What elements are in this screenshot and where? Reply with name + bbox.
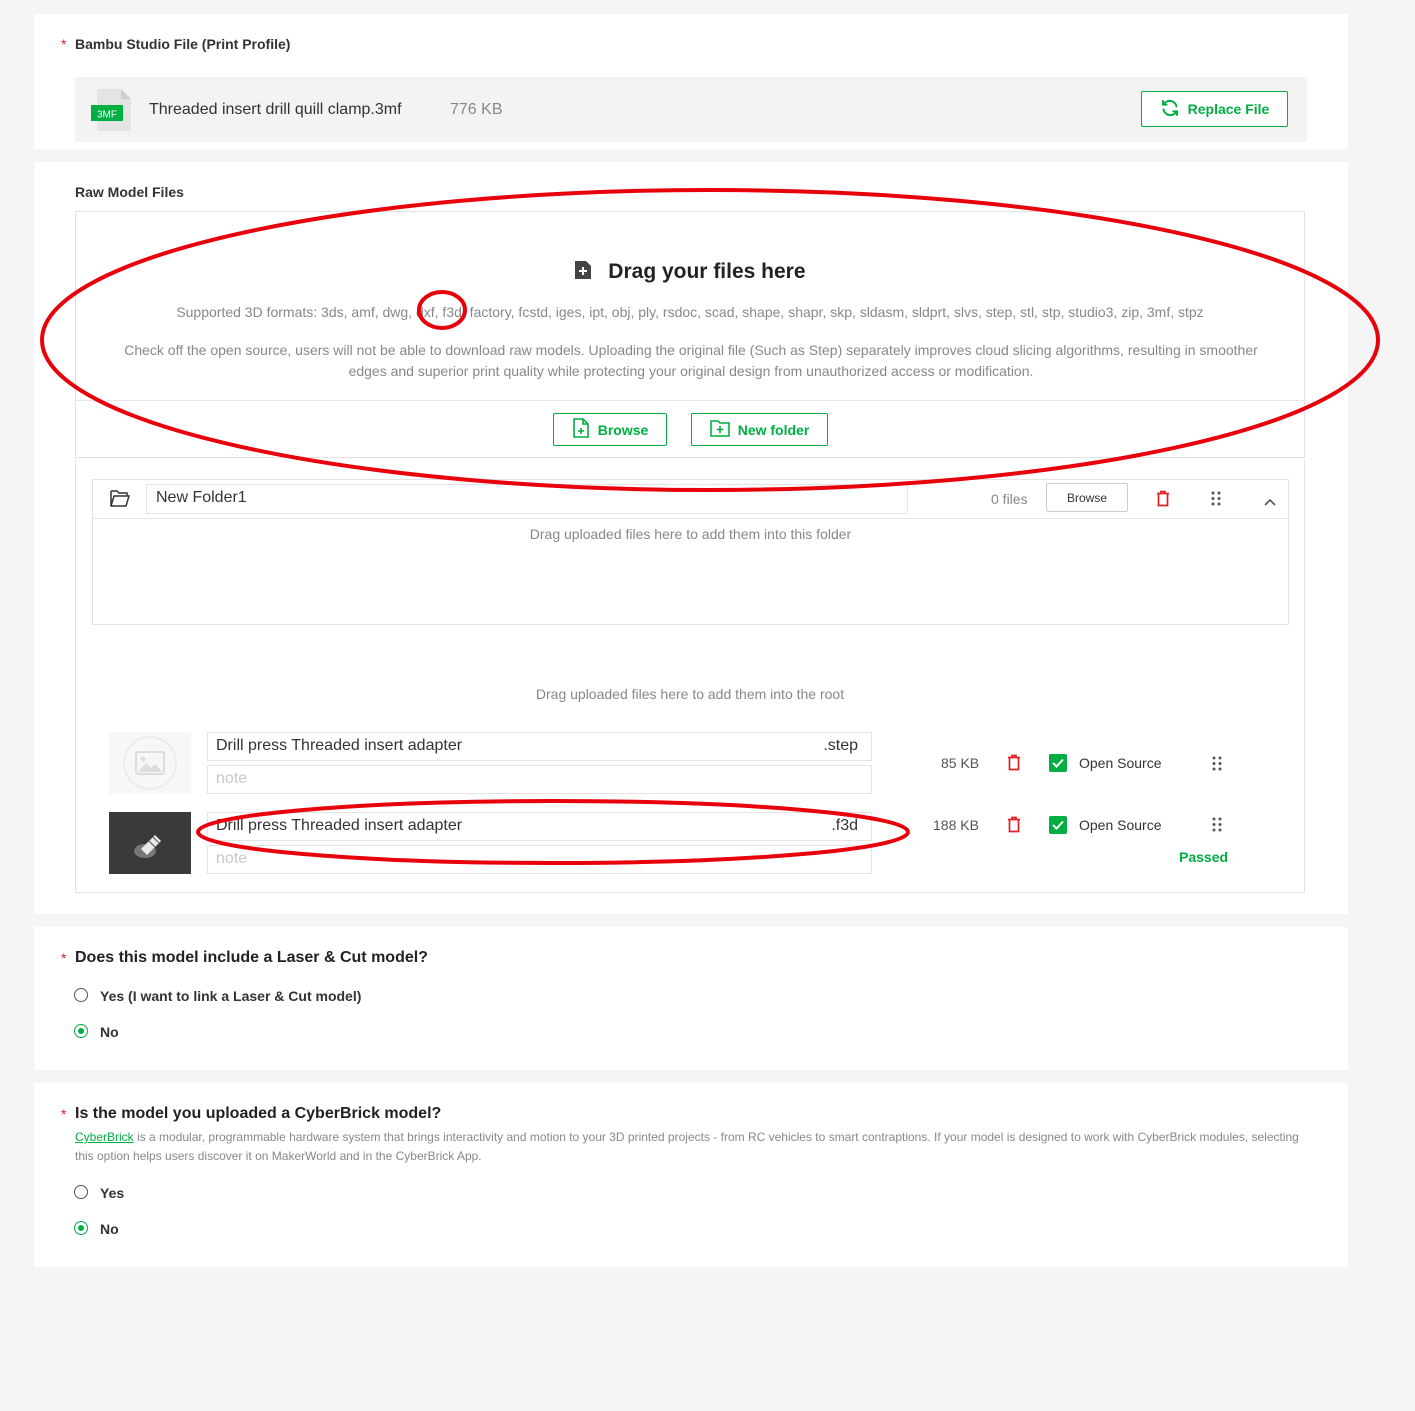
refresh-icon: [1160, 98, 1180, 121]
drag-title-text: Drag your files here: [608, 260, 806, 283]
file-size: 776 KB: [450, 101, 503, 118]
file-size: 188 KB: [933, 817, 979, 833]
open-source-checkbox[interactable]: [1049, 754, 1067, 772]
raw-files-section: Raw Model Files Drag your files here Sup…: [34, 162, 1348, 914]
radio-label: No: [100, 1024, 119, 1040]
trash-icon[interactable]: [1156, 490, 1170, 512]
required-marker: *: [61, 36, 67, 52]
required-marker: *: [61, 1106, 67, 1122]
radio-label: No: [100, 1221, 119, 1237]
folder-browse-button[interactable]: Browse: [1046, 483, 1128, 512]
print-profile-section: * Bambu Studio File (Print Profile) 3MF …: [34, 14, 1348, 149]
placeholder-image-icon: [109, 732, 191, 794]
radio-button[interactable]: [74, 1185, 88, 1199]
file-row[interactable]: Drill press Threaded insert adapter .ste…: [76, 732, 1306, 796]
supported-formats: Supported 3D formats: 3ds, amf, dwg, dxf…: [176, 304, 1204, 320]
trash-icon[interactable]: [1007, 816, 1021, 838]
folder-name-input[interactable]: New Folder1: [146, 484, 908, 514]
radio-no[interactable]: No: [74, 1024, 274, 1044]
radio-label: Yes (I want to link a Laser & Cut model): [100, 988, 362, 1004]
folder-item[interactable]: New Folder1 0 files Browse Drag uploaded…: [92, 479, 1289, 625]
trash-icon[interactable]: [1007, 754, 1021, 776]
open-source-label: Open Source: [1079, 817, 1162, 833]
file-name: Threaded insert drill quill clamp.3mf: [149, 101, 402, 118]
radio-button[interactable]: [74, 988, 88, 1002]
raw-files-label: Raw Model Files: [75, 184, 184, 200]
cyberbrick-link[interactable]: CyberBrick: [75, 1130, 134, 1144]
radio-no[interactable]: No: [74, 1221, 274, 1241]
passed-status: Passed: [1179, 849, 1229, 865]
file-add-icon: [572, 418, 590, 441]
replace-file-label: Replace File: [1187, 101, 1270, 117]
note-input[interactable]: note: [207, 845, 872, 874]
required-marker: *: [61, 950, 67, 966]
f3d-thumbnail: [109, 812, 191, 874]
file-name-input[interactable]: Drill press Threaded insert adapter .ste…: [207, 732, 872, 761]
drag-handle-icon[interactable]: [1212, 817, 1222, 837]
open-source-hint: Check off the open source, users will no…: [124, 342, 1258, 379]
folder-file-count: 0 files: [991, 491, 1028, 507]
radio-label: Yes: [100, 1185, 125, 1201]
open-source-label: Open Source: [1079, 755, 1162, 771]
file-size: 85 KB: [941, 755, 980, 771]
new-folder-label: New folder: [737, 421, 810, 438]
new-folder-button[interactable]: New folder: [691, 413, 828, 446]
svg-text:3MF: 3MF: [97, 110, 117, 121]
radio-button-selected[interactable]: [74, 1221, 88, 1235]
folder-add-icon: [709, 419, 730, 440]
chevron-up-icon[interactable]: [1264, 493, 1276, 511]
folder-drop-hint: Drag uploaded files here to add them int…: [529, 526, 852, 542]
divider: [76, 400, 1304, 401]
drag-handle-icon[interactable]: [1212, 756, 1222, 776]
drag-handle-icon[interactable]: [1211, 491, 1221, 511]
replace-file-button[interactable]: Replace File: [1141, 91, 1288, 127]
open-source-checkbox[interactable]: [1049, 816, 1067, 834]
uploaded-files-list: New Folder1 0 files Browse Drag uploaded…: [75, 460, 1305, 893]
laser-cut-question: Does this model include a Laser & Cut mo…: [75, 949, 428, 966]
browse-button[interactable]: Browse: [553, 413, 667, 446]
file-dropzone[interactable]: Drag your files here Supported 3D format…: [75, 211, 1305, 458]
cyberbrick-section: * Is the model you uploaded a CyberBrick…: [34, 1083, 1348, 1267]
folder-header: New Folder1 0 files Browse: [93, 480, 1288, 519]
print-profile-label: Bambu Studio File (Print Profile): [75, 36, 291, 52]
file-add-icon: [574, 260, 608, 283]
drag-title: Drag your files here: [76, 260, 1304, 284]
file-name-input[interactable]: Drill press Threaded insert adapter .f3d: [207, 812, 872, 841]
cyberbrick-question: Is the model you uploaded a CyberBrick m…: [75, 1105, 442, 1122]
file-row[interactable]: Drill press Threaded insert adapter .f3d…: [76, 812, 1306, 876]
note-input[interactable]: note: [207, 765, 872, 794]
laser-cut-section: * Does this model include a Laser & Cut …: [34, 927, 1348, 1070]
folder-icon: [110, 490, 131, 512]
print-profile-file: 3MF Threaded insert drill quill clamp.3m…: [75, 77, 1307, 142]
root-drop-hint: Drag uploaded files here to add them int…: [535, 686, 845, 702]
browse-label: Browse: [597, 421, 649, 438]
cyberbrick-description: CyberBrick is a modular, programmable ha…: [75, 1130, 1299, 1163]
radio-yes[interactable]: Yes: [74, 1185, 274, 1205]
radio-yes[interactable]: Yes (I want to link a Laser & Cut model): [74, 988, 394, 1008]
radio-button-selected[interactable]: [74, 1024, 88, 1038]
3mf-file-icon: 3MF: [91, 89, 131, 131]
